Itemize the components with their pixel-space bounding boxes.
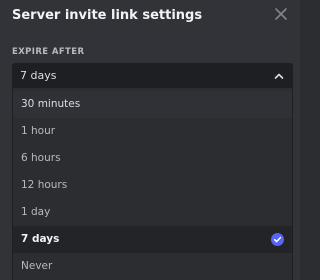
close-icon: [275, 8, 287, 20]
option-label: 6 hours: [21, 152, 61, 164]
modal-title: Server invite link settings: [12, 8, 203, 23]
option-label: 12 hours: [21, 179, 68, 191]
expire-after-options: 30 minutes 1 hour 6 hours 12 hours 1 day…: [12, 88, 293, 280]
option-1-day[interactable]: 1 day: [13, 199, 292, 226]
option-6-hours[interactable]: 6 hours: [13, 145, 292, 172]
option-1-hour[interactable]: 1 hour: [13, 118, 292, 145]
option-12-hours[interactable]: 12 hours: [13, 172, 292, 199]
invite-settings-modal: Server invite link settings EXPIRE AFTER…: [0, 0, 300, 280]
option-30-minutes[interactable]: 30 minutes: [13, 91, 292, 118]
option-never[interactable]: Never: [13, 253, 292, 280]
option-label: Never: [21, 260, 53, 272]
check-circle-icon: [271, 233, 284, 246]
expire-after-value: 7 days: [20, 69, 57, 82]
chevron-up-icon: [274, 72, 284, 80]
option-label: 1 day: [21, 206, 51, 218]
option-label: 7 days: [21, 233, 60, 245]
option-label: 30 minutes: [21, 98, 81, 110]
option-7-days[interactable]: 7 days: [13, 226, 292, 253]
option-label: 1 hour: [21, 125, 56, 137]
close-button[interactable]: [274, 7, 288, 21]
expire-after-label: EXPIRE AFTER: [12, 47, 85, 57]
expire-after-select[interactable]: 7 days: [12, 63, 293, 88]
